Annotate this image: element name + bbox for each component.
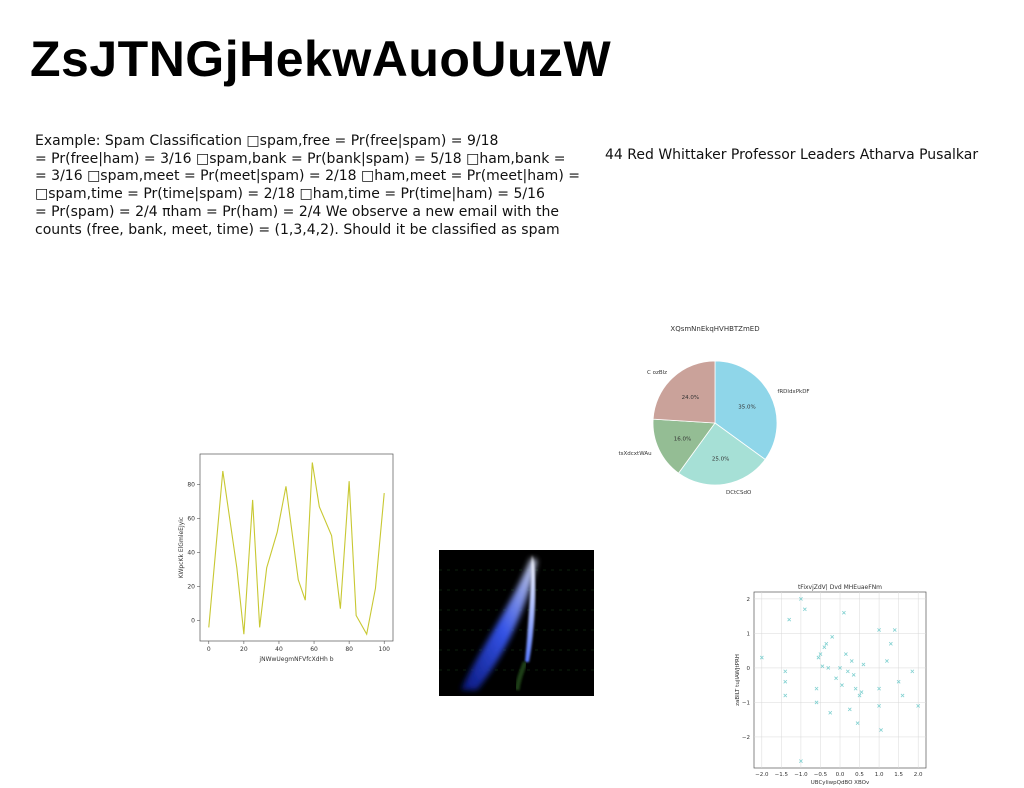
y-tick-label: −2	[742, 735, 750, 741]
pie-category-label: DCtCSdO	[726, 490, 752, 496]
y-tick-label: 80	[187, 482, 195, 489]
x-tick-label: 60	[310, 646, 318, 653]
y-tick-label: 0	[747, 666, 751, 672]
x-tick-label: 20	[240, 646, 248, 653]
pie-value-label: 24.0%	[682, 395, 699, 401]
pie-chart: XQsmNnEkqHVHBTZmED 35.0% fRDldxPkDF 25.0% DC…	[618, 325, 809, 496]
y-tick-label: −1	[742, 700, 750, 706]
x-tick-label: 2.0	[914, 772, 923, 778]
x-tick-label: 1.0	[875, 772, 884, 778]
scatter-chart-figure: tFixvjZdV| Dvd MHEuaeFNm −2.0 −1.5 −1.0 −0.5…	[728, 582, 938, 788]
body-text-line: Example: Spam Classification □spam,free …	[35, 133, 499, 149]
slide-title: ZsJTNGjHekwAuoUuzW	[30, 31, 612, 87]
caption-text: 44 Red Whittaker Professor Leaders Athar…	[605, 147, 979, 163]
line-chart: 0 20 40 60 80 100 0 20 40 60 80 jNWwUegmNFVfcXdHh b…	[178, 453, 394, 663]
x-tick-label: 40	[275, 646, 283, 653]
body-text-line: counts (free, bank, meet, time) = (1,3,4…	[35, 221, 560, 238]
pie-category-label: tsXdcxtWAu	[618, 451, 651, 457]
y-tick-label: 0	[191, 618, 195, 625]
pie-category-label: fRDldxPkDF	[777, 389, 809, 395]
y-axis-label: zaBILT tujIAWJtPRH	[735, 654, 741, 706]
body-text: Example: Spam Classification □spam,free …	[35, 133, 580, 239]
x-tick-label: 1.5	[894, 772, 903, 778]
pie-value-label: 25.0%	[712, 457, 729, 463]
y-tick-label: 1	[747, 631, 751, 637]
body-text-line: = 3/16 □spam,meet = Pr(meet|spam) = 2/18…	[35, 168, 580, 185]
body-text-line: □spam,time = Pr(time|spam) = 2/18 □ham,t…	[35, 186, 545, 203]
x-tick-label: 0	[207, 646, 211, 653]
plot-area	[199, 453, 394, 642]
x-axis-label: UBCyliwpQdBO XBOv	[811, 780, 870, 786]
x-tick-label: −1.0	[794, 772, 808, 778]
x-tick-label: 100	[379, 646, 391, 653]
x-tick-label: 80	[345, 646, 353, 653]
y-axis-label: KWpcKk ElGmleEJyic	[178, 517, 185, 578]
x-tick-label: 0.0	[836, 772, 845, 778]
pie-chart-figure: XQsmNnEkqHVHBTZmED 35.0% fRDldxPkDF 25.0% DC…	[600, 318, 830, 518]
chart-title: XQsmNnEkqHVHBTZmED	[670, 325, 759, 333]
line-chart-figure: 0 20 40 60 80 100 0 20 40 60 80 jNWwUegmNFVfcXdHh b…	[170, 448, 410, 668]
y-tick-label: 40	[187, 550, 195, 557]
x-tick-label: −0.5	[814, 772, 828, 778]
y-tick-label: 2	[747, 597, 751, 603]
x-tick-label: 0.5	[855, 772, 864, 778]
body-text-line: = Pr(free|ham) = 3/16 □spam,bank = Pr(ba…	[35, 150, 566, 167]
body-text-line: = Pr(spam) = 2/4 πham = Pr(ham) = 2/4 We…	[35, 203, 559, 220]
x-tick-label: −1.5	[775, 772, 789, 778]
x-tick-label: −2.0	[755, 772, 769, 778]
chart-title: tFixvjZdV| Dvd MHEuaeFNm	[798, 584, 882, 591]
pie-category-label: C ozBlz	[647, 370, 667, 376]
y-tick-label: 20	[187, 584, 195, 591]
pie-value-label: 16.0%	[674, 436, 691, 442]
y-tick-label: 60	[187, 516, 195, 523]
pie-value-label: 35.0%	[738, 405, 755, 411]
blue-light-photo	[439, 550, 594, 696]
x-axis-label: jNWwUegmNFVfcXdHh b	[258, 656, 333, 663]
scatter-chart: tFixvjZdV| Dvd MHEuaeFNm −2.0 −1.5 −1.0 −0.5…	[735, 584, 927, 786]
